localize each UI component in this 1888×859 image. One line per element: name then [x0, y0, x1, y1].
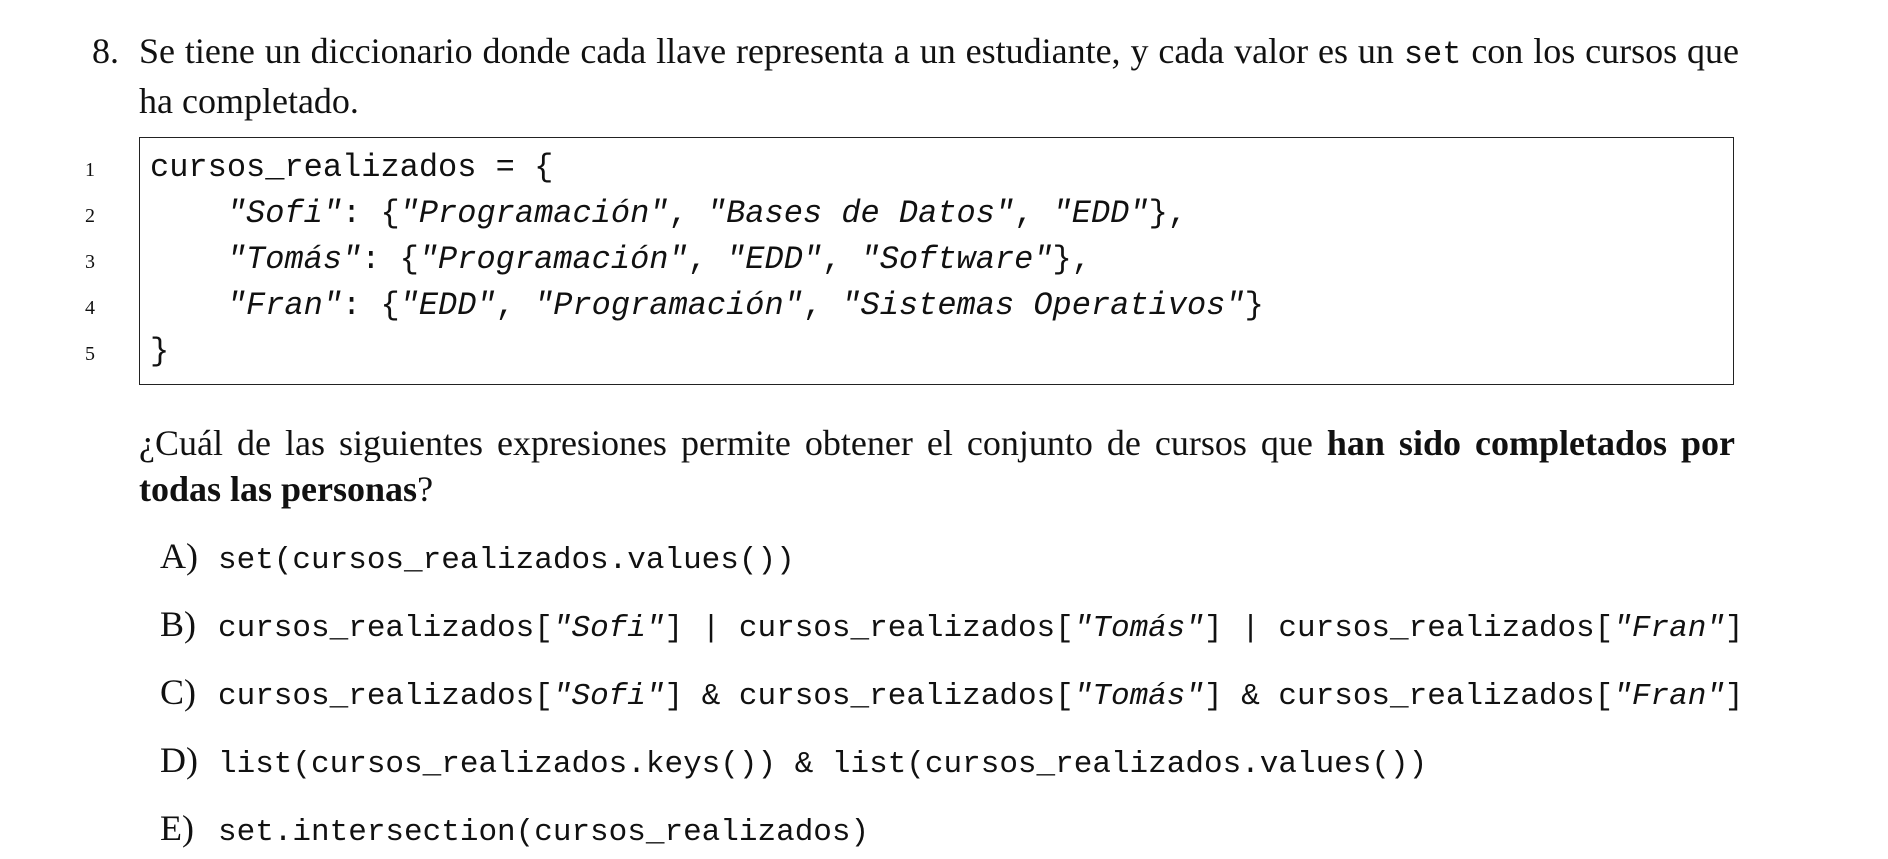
- line-number: 4: [85, 297, 95, 319]
- question-statement: Se tiene un diccionario donde cada llave…: [139, 28, 1739, 124]
- code-string: "Programación": [418, 241, 688, 278]
- code-string: "Sistemas Operativos": [841, 287, 1245, 324]
- code-key-tomas: "Tomás": [226, 241, 362, 278]
- code-part: ] | cursos_realizados[: [1204, 611, 1614, 646]
- code-part: ]: [1724, 611, 1744, 646]
- code-string: "Software": [860, 241, 1053, 278]
- code-comma: ,: [668, 195, 707, 232]
- question-text-before: Se tiene un diccionario donde cada llave…: [139, 31, 1404, 71]
- option-letter: B): [160, 604, 196, 644]
- option-code: cursos_realizados["Sofi"] | cursos_reali…: [218, 611, 1744, 646]
- code-string: "Programación": [399, 195, 669, 232]
- code-string: "Sofi": [552, 611, 665, 646]
- code-close: }: [1244, 287, 1264, 324]
- code-close: },: [1148, 195, 1187, 232]
- code-string: "Fran": [1613, 611, 1725, 646]
- code-comma: ,: [687, 241, 727, 278]
- code-string: "Tomás": [1073, 611, 1204, 646]
- option-letter: A): [160, 536, 198, 576]
- inline-code-set: set: [1403, 36, 1462, 73]
- code-comma: ,: [822, 241, 861, 278]
- line-number: 2: [85, 205, 95, 227]
- option-letter: C): [160, 672, 196, 712]
- line-number: 3: [85, 251, 95, 273]
- code-string: "Bases de Datos": [706, 195, 1015, 232]
- code-key-fran: "Fran": [226, 287, 343, 324]
- code-line-3: "Tomás": {"Programación", "EDD", "Softwa…: [150, 237, 1091, 283]
- code-string: "EDD": [1052, 195, 1149, 232]
- prompt-text-after: ?: [417, 469, 434, 509]
- line-number: 5: [85, 343, 95, 365]
- code-part: cursos_realizados[: [218, 611, 553, 646]
- option-b[interactable]: B) cursos_realizados["Sofi"] | cursos_rea…: [160, 601, 1744, 647]
- option-letter: D): [160, 740, 198, 780]
- code-line-4: "Fran": {"EDD", "Programación", "Sistema…: [150, 283, 1264, 329]
- code-key-sofi: "Sofi": [226, 195, 343, 232]
- code-string: "Tomás": [1073, 679, 1204, 714]
- option-a[interactable]: A) set(cursos_realizados.values()): [160, 533, 795, 579]
- option-e[interactable]: E) set.intersection(cursos_realizados): [160, 805, 869, 851]
- question-number: 8.: [92, 31, 119, 71]
- option-letter: E): [160, 808, 194, 848]
- code-string: "EDD": [726, 241, 823, 278]
- code-comma: ,: [802, 287, 842, 324]
- code-comma: ,: [495, 287, 535, 324]
- code-part: ] & cursos_realizados[: [664, 679, 1074, 714]
- code-comma: ,: [1014, 195, 1053, 232]
- code-string: "Sofi": [552, 679, 665, 714]
- code-separator: : {: [342, 195, 400, 232]
- code-string: "Fran": [1613, 679, 1725, 714]
- code-line-1: cursos_realizados = {: [150, 149, 554, 186]
- code-line-2: "Sofi": {"Programación", "Bases de Datos…: [150, 191, 1187, 237]
- code-part: ] & cursos_realizados[: [1204, 679, 1614, 714]
- code-string: "Programación": [534, 287, 803, 324]
- code-line-5: }: [150, 333, 170, 370]
- option-c[interactable]: C) cursos_realizados["Sofi"] & cursos_rea…: [160, 669, 1744, 715]
- option-code: list(cursos_realizados.keys()) & list(cu…: [218, 747, 1428, 782]
- option-code: set.intersection(cursos_realizados): [218, 815, 870, 850]
- question-prompt: ¿Cuál de las siguientes expresiones perm…: [139, 420, 1735, 512]
- code-close: },: [1052, 241, 1091, 278]
- line-number: 1: [85, 159, 95, 181]
- option-d[interactable]: D) list(cursos_realizados.keys()) & list(…: [160, 737, 1427, 783]
- code-string: "EDD": [399, 287, 496, 324]
- option-code: set(cursos_realizados.values()): [218, 543, 795, 578]
- code-part: ]: [1724, 679, 1744, 714]
- code-separator: : {: [361, 241, 419, 278]
- code-part: cursos_realizados[: [218, 679, 553, 714]
- code-separator: : {: [342, 287, 400, 324]
- option-code: cursos_realizados["Sofi"] & cursos_reali…: [218, 679, 1744, 714]
- prompt-text-before: ¿Cuál de las siguientes expresiones perm…: [139, 423, 1327, 463]
- code-part: ] | cursos_realizados[: [664, 611, 1074, 646]
